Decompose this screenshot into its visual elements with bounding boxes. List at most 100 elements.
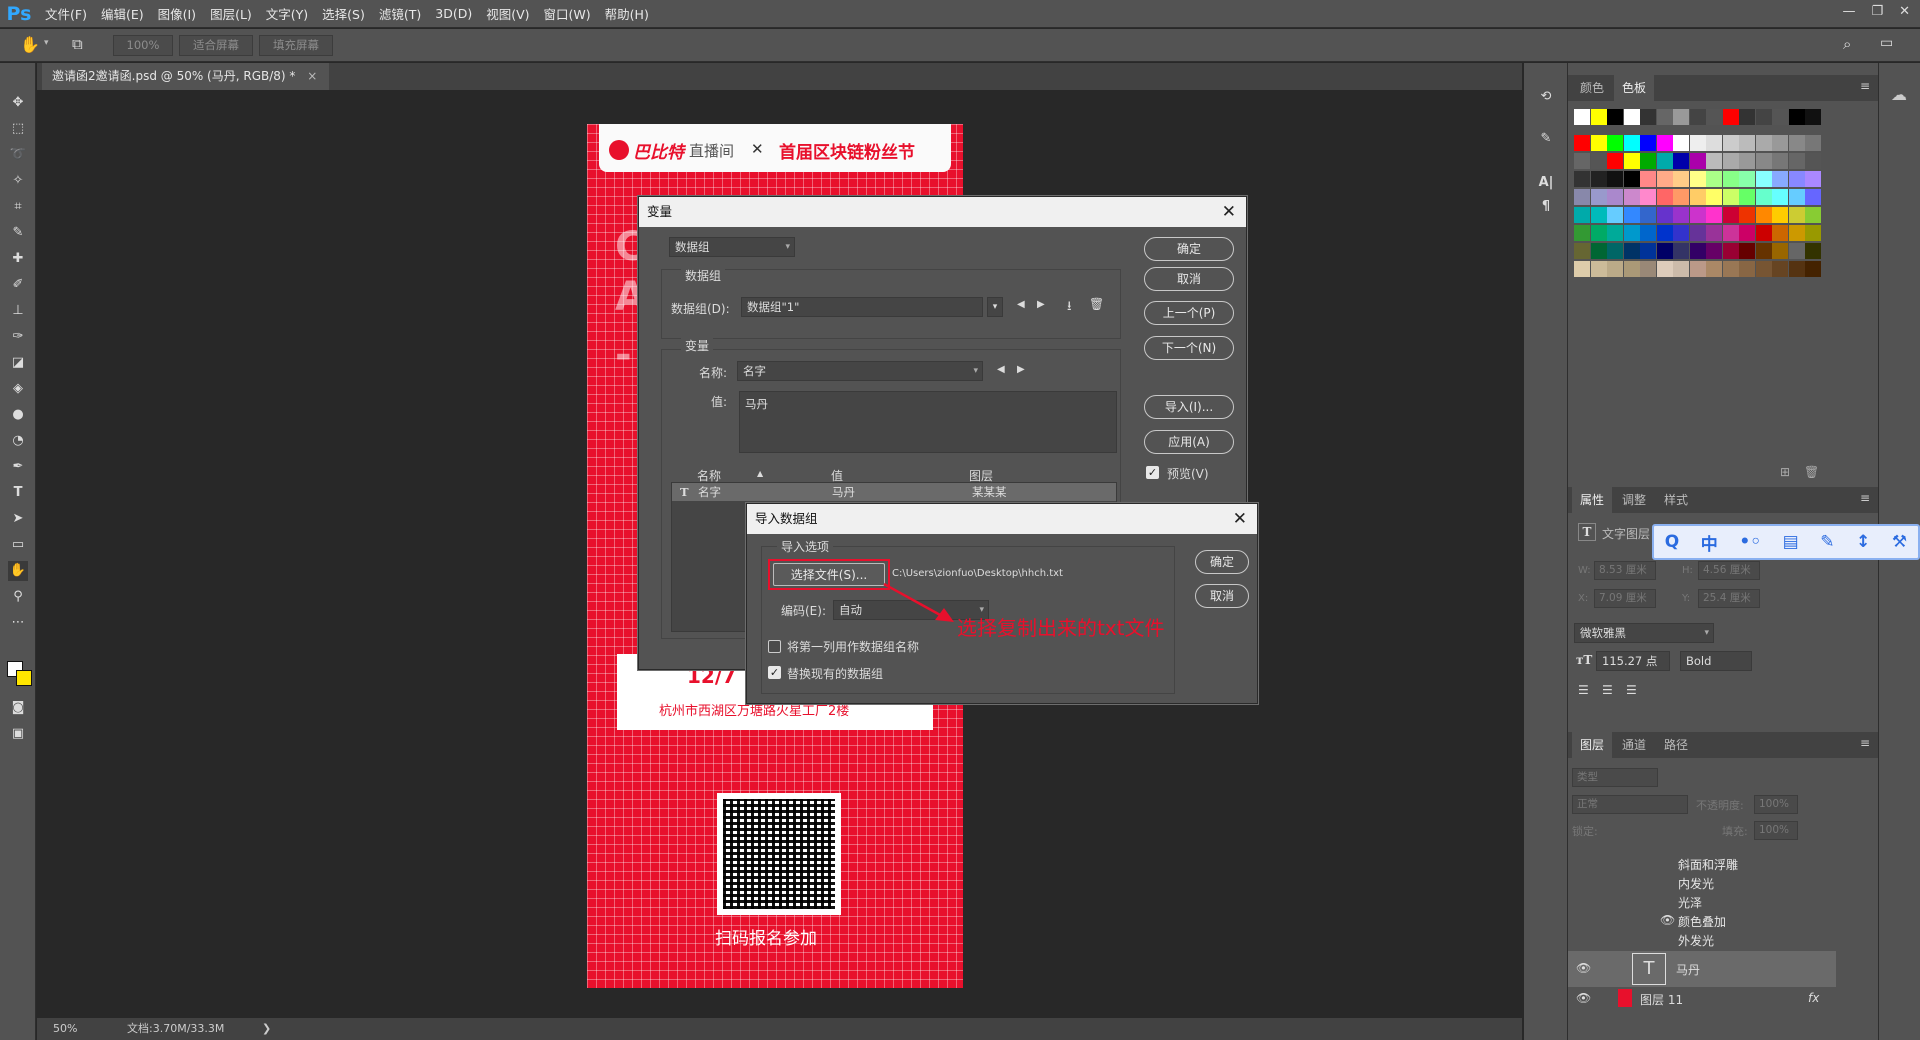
- color-swatch[interactable]: [1788, 225, 1805, 241]
- color-swatch[interactable]: [1706, 171, 1722, 187]
- import-ok-button[interactable]: 确定: [1195, 550, 1249, 574]
- color-swatch[interactable]: [1640, 109, 1656, 125]
- menu-view[interactable]: 视图(V): [479, 4, 536, 23]
- color-swatch[interactable]: [1673, 225, 1689, 241]
- color-swatch[interactable]: [1623, 261, 1640, 277]
- color-swatch[interactable]: [1590, 135, 1607, 151]
- color-swatch[interactable]: [1689, 171, 1706, 187]
- ime-punctuation-icon[interactable]: •◦: [1739, 532, 1761, 552]
- color-swatch[interactable]: [1590, 225, 1607, 241]
- color-swatch[interactable]: [1623, 109, 1640, 125]
- color-swatch[interactable]: [1623, 189, 1640, 205]
- magic-wand-icon[interactable]: ✧: [8, 171, 28, 191]
- replace-datasets-checkbox[interactable]: ✓: [768, 666, 781, 679]
- quick-mask-icon[interactable]: ◙: [8, 698, 28, 718]
- color-swatch[interactable]: [1722, 109, 1739, 125]
- color-swatch[interactable]: [1590, 153, 1607, 169]
- color-swatch[interactable]: [1623, 225, 1640, 241]
- hand-tool-icon[interactable]: ✋: [20, 35, 40, 54]
- color-swatch[interactable]: [1574, 109, 1590, 125]
- color-swatch[interactable]: [1706, 225, 1722, 241]
- swatches-grid[interactable]: [1568, 109, 1828, 409]
- color-swatch[interactable]: [1673, 109, 1689, 125]
- color-swatch[interactable]: [1656, 109, 1673, 125]
- tab-styles[interactable]: 样式: [1656, 487, 1696, 513]
- color-swatch[interactable]: [1739, 109, 1755, 125]
- color-swatch[interactable]: [1656, 153, 1673, 169]
- color-swatch[interactable]: [1788, 261, 1805, 277]
- menu-filter[interactable]: 滤镜(T): [372, 4, 428, 23]
- color-swatch[interactable]: [1590, 261, 1607, 277]
- menu-layer[interactable]: 图层(L): [203, 4, 259, 23]
- ime-swap-icon[interactable]: ↕: [1856, 532, 1870, 552]
- color-swatch[interactable]: [1656, 261, 1673, 277]
- select-file-button[interactable]: 选择文件(S)...: [773, 563, 885, 586]
- color-swatch[interactable]: [1772, 243, 1788, 259]
- color-swatch[interactable]: [1656, 243, 1673, 259]
- color-swatch[interactable]: [1689, 153, 1706, 169]
- ok-button[interactable]: 确定: [1144, 237, 1234, 261]
- color-swatch[interactable]: [1706, 261, 1722, 277]
- opacity-field[interactable]: 100%: [1754, 795, 1798, 814]
- color-swatch[interactable]: [1772, 225, 1788, 241]
- color-swatch[interactable]: [1755, 225, 1772, 241]
- color-swatch[interactable]: [1772, 171, 1788, 187]
- blend-mode-select[interactable]: 正常: [1572, 795, 1688, 814]
- close-tab-icon[interactable]: ×: [307, 69, 317, 83]
- color-swatch[interactable]: [1805, 261, 1821, 277]
- tab-color[interactable]: 颜色: [1572, 75, 1612, 101]
- ime-keyboard-icon[interactable]: ▤: [1783, 532, 1799, 552]
- more-tools-icon[interactable]: ⋯: [8, 613, 28, 633]
- creative-cloud-icon[interactable]: ☁: [1891, 85, 1907, 104]
- apply-button[interactable]: 应用(A): [1144, 430, 1234, 454]
- history-panel-icon[interactable]: ⟲: [1536, 87, 1556, 107]
- eye-icon[interactable]: 👁: [1576, 961, 1591, 975]
- w-field[interactable]: 8.53 厘米: [1594, 561, 1656, 580]
- screen-mode-icon[interactable]: ▣: [8, 724, 28, 744]
- color-swatch[interactable]: [1689, 243, 1706, 259]
- font-weight-select[interactable]: Bold: [1680, 651, 1752, 671]
- color-swatch[interactable]: [1640, 261, 1656, 277]
- path-select-icon[interactable]: ➤: [8, 509, 28, 529]
- color-swatch[interactable]: [1755, 109, 1772, 125]
- color-swatch[interactable]: [1706, 243, 1722, 259]
- fill-field[interactable]: 100%: [1754, 821, 1798, 840]
- color-swatch[interactable]: [1623, 153, 1640, 169]
- color-swatch[interactable]: [1805, 135, 1821, 151]
- x-field[interactable]: 7.09 厘米: [1594, 589, 1656, 608]
- color-swatch[interactable]: [1623, 243, 1640, 259]
- ime-logo-icon[interactable]: Q: [1665, 532, 1679, 552]
- color-swatch[interactable]: [1623, 171, 1640, 187]
- delete-dataset-icon[interactable]: 🗑: [1089, 297, 1104, 311]
- color-swatch[interactable]: [1574, 189, 1590, 205]
- color-swatch[interactable]: [1640, 171, 1656, 187]
- color-swatch[interactable]: [1755, 189, 1772, 205]
- menu-select[interactable]: 选择(S): [315, 4, 372, 23]
- dodge-tool-icon[interactable]: ◔: [8, 431, 28, 451]
- layer-filter-select[interactable]: 类型: [1572, 768, 1658, 787]
- next-variable-icon[interactable]: ▶: [1017, 364, 1025, 375]
- color-swatch[interactable]: [1722, 153, 1739, 169]
- color-swatch[interactable]: [1805, 225, 1821, 241]
- color-swatch[interactable]: [1788, 171, 1805, 187]
- brush-tool-icon[interactable]: ✐: [8, 275, 28, 295]
- tab-swatches[interactable]: 色板: [1614, 75, 1655, 101]
- color-swatch[interactable]: [1755, 171, 1772, 187]
- blur-tool-icon[interactable]: ●: [8, 405, 28, 425]
- color-swatch[interactable]: [1640, 189, 1656, 205]
- close-window-button[interactable]: ✕: [1899, 4, 1910, 19]
- color-swatch[interactable]: [1574, 225, 1590, 241]
- preview-checkbox[interactable]: ✓: [1146, 466, 1159, 479]
- color-swatch[interactable]: [1640, 243, 1656, 259]
- eye-icon[interactable]: 👁: [1576, 991, 1591, 1005]
- y-field[interactable]: 25.4 厘米: [1698, 589, 1760, 608]
- color-swatch[interactable]: [1574, 207, 1590, 223]
- color-swatch[interactable]: [1772, 261, 1788, 277]
- color-swatch[interactable]: [1590, 243, 1607, 259]
- color-swatch[interactable]: [1722, 261, 1739, 277]
- save-dataset-icon[interactable]: ⭳: [1067, 297, 1072, 319]
- color-swatch[interactable]: [1689, 189, 1706, 205]
- color-swatch[interactable]: [1739, 171, 1755, 187]
- clone-stamp-icon[interactable]: ⊥: [8, 301, 28, 321]
- eye-icon[interactable]: 👁: [1660, 913, 1675, 927]
